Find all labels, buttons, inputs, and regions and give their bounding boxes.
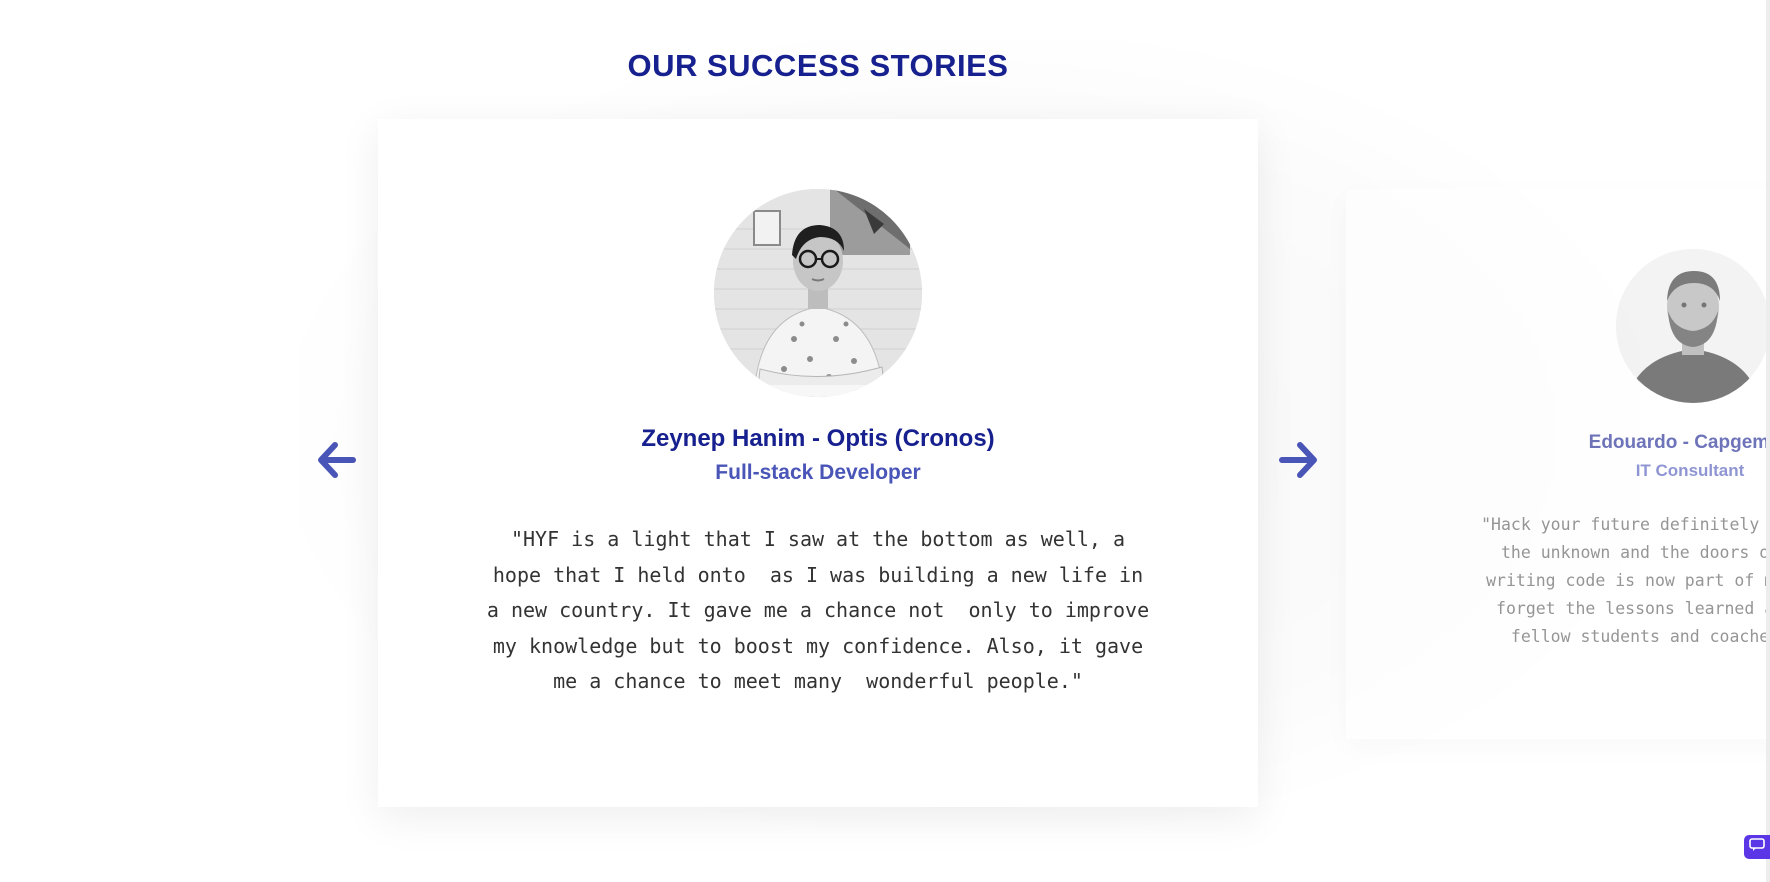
story-card-active: Zeynep Hanim - Optis (Cronos) Full-stack… xyxy=(378,119,1258,807)
carousel-next-button[interactable] xyxy=(1277,440,1321,484)
avatar-edouardo xyxy=(1616,249,1770,403)
page-scrollbar[interactable] xyxy=(1766,0,1770,882)
next-story-quote: "Hack your future definitely built the u… xyxy=(1481,515,1770,646)
story-quote: "HYF is a light that I saw at the bottom… xyxy=(486,527,1150,693)
chat-icon xyxy=(1749,837,1765,857)
next-story-name: Edouardo - Capgemini xyxy=(1588,432,1770,453)
avatar-zeynep xyxy=(714,189,922,397)
story-name: Zeynep Hanim - Optis (Cronos) xyxy=(641,425,995,452)
success-stories-page: OUR SUCCESS STORIES Zeynep Hanim - Optis… xyxy=(0,0,1770,882)
chat-widget-button[interactable] xyxy=(1744,835,1770,859)
section-title: OUR SUCCESS STORIES xyxy=(627,48,1009,83)
arrow-left-icon xyxy=(315,440,357,485)
carousel-prev-button[interactable] xyxy=(314,440,358,484)
story-role: Full-stack Developer xyxy=(715,461,921,484)
story-card-next[interactable]: Edouardo - Capgemini IT Consultant "Hack… xyxy=(1346,189,1770,739)
next-story-role: IT Consultant xyxy=(1635,461,1745,480)
arrow-right-icon xyxy=(1278,440,1320,485)
